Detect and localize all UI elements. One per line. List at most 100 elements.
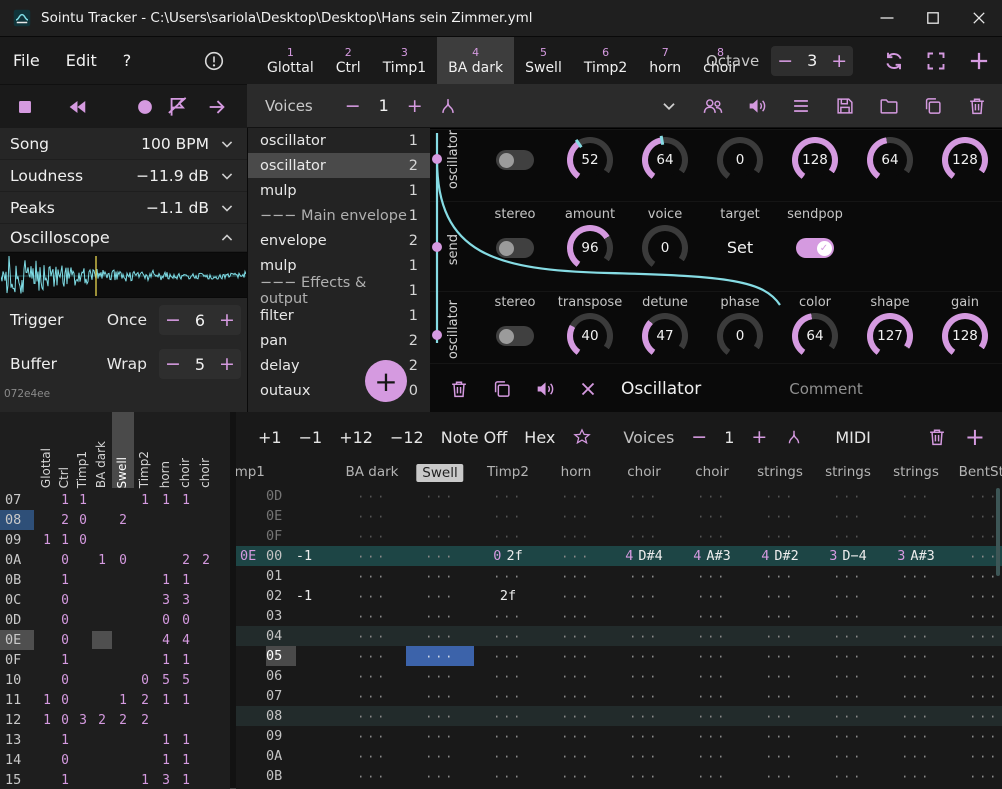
- pattern-cell[interactable]: ···: [950, 586, 1002, 606]
- chevron-up-icon[interactable]: [217, 228, 237, 248]
- knob-param-3[interactable]: 0: [717, 137, 763, 183]
- sync-icon[interactable]: [882, 49, 906, 73]
- pattern-cell[interactable]: ···: [406, 586, 474, 606]
- pattern-cell[interactable]: 3D−4: [814, 546, 882, 566]
- pattern-cell[interactable]: ···: [746, 646, 814, 666]
- order-cell[interactable]: 1: [112, 691, 134, 709]
- order-cell[interactable]: 0: [56, 691, 74, 709]
- knob-param-6[interactable]: 128: [942, 137, 988, 183]
- order-cell[interactable]: 4: [176, 631, 196, 649]
- pattern-cell[interactable]: ···: [610, 686, 678, 706]
- record-loop-button[interactable]: [164, 94, 190, 120]
- minimize-button[interactable]: [864, 0, 910, 36]
- pattern-cell[interactable]: -1: [270, 586, 338, 606]
- pattern-cell[interactable]: ···: [474, 706, 542, 726]
- order-cell[interactable]: 1: [156, 571, 176, 589]
- peaks-row[interactable]: Peaks −1.1 dB: [0, 192, 247, 224]
- pattern-column-header-8[interactable]: strings: [825, 464, 871, 480]
- pattern-cell[interactable]: ···: [746, 586, 814, 606]
- transpose-down-12-button[interactable]: −12: [390, 428, 424, 447]
- order-cell[interactable]: 0: [56, 551, 74, 569]
- play-button[interactable]: [206, 96, 228, 118]
- pattern-cell[interactable]: ···: [678, 506, 746, 526]
- pattern-cell[interactable]: ···: [406, 766, 474, 786]
- pattern-cell[interactable]: ···: [338, 706, 406, 726]
- pattern-cell[interactable]: ···: [678, 746, 746, 766]
- chevron-down-icon[interactable]: [217, 166, 237, 186]
- expand-icon[interactable]: [924, 49, 948, 73]
- pattern-cell[interactable]: ···: [610, 486, 678, 506]
- pattern-cell[interactable]: ···: [338, 686, 406, 706]
- pattern-cell[interactable]: ···: [338, 746, 406, 766]
- folder-icon[interactable]: [878, 95, 900, 117]
- transpose-up-12-button[interactable]: +12: [339, 428, 373, 447]
- pattern-column-header-0[interactable]: Timp1: [236, 464, 265, 480]
- record-button[interactable]: [134, 96, 156, 118]
- pattern-cell[interactable]: ···: [406, 686, 474, 706]
- pattern-cell[interactable]: ···: [406, 706, 474, 726]
- order-cell[interactable]: 0: [56, 611, 74, 629]
- knob-amount[interactable]: 96: [567, 225, 613, 271]
- pattern-cell[interactable]: ···: [610, 646, 678, 666]
- tab-ctrl[interactable]: 2Ctrl: [325, 37, 372, 84]
- trigger-plus-button[interactable]: +: [213, 309, 241, 331]
- knob-transpose[interactable]: 40: [567, 313, 613, 359]
- pattern-cell[interactable]: ···: [406, 726, 474, 746]
- pattern-cell[interactable]: ···: [338, 626, 406, 646]
- pattern-cell[interactable]: ···: [814, 626, 882, 646]
- menu-file[interactable]: File: [0, 51, 53, 70]
- pattern-cell[interactable]: ···: [678, 646, 746, 666]
- pattern-cell[interactable]: ···: [474, 486, 542, 506]
- order-cell[interactable]: 1: [56, 731, 74, 749]
- voice-split-icon[interactable]: [784, 427, 804, 447]
- order-cell[interactable]: 5: [176, 671, 196, 689]
- pattern-cell[interactable]: ···: [882, 666, 950, 686]
- order-cell[interactable]: 1: [156, 751, 176, 769]
- pattern-column-header-6[interactable]: choir: [695, 464, 729, 480]
- pattern-cell[interactable]: ···: [814, 606, 882, 626]
- pattern-cell[interactable]: ···: [474, 746, 542, 766]
- pattern-cell[interactable]: ···: [746, 726, 814, 746]
- unique-patterns-icon[interactable]: [572, 427, 592, 447]
- pattern-cell[interactable]: ···: [950, 526, 1002, 546]
- pattern-cell[interactable]: ···: [678, 586, 746, 606]
- order-cell[interactable]: 2: [134, 711, 156, 729]
- knob-param-2[interactable]: 64: [642, 137, 688, 183]
- order-cell[interactable]: 4: [156, 631, 176, 649]
- pattern-column-header-3[interactable]: Timp2: [487, 464, 529, 480]
- pattern-cell[interactable]: ···: [950, 706, 1002, 726]
- order-cell[interactable]: 2: [112, 511, 134, 529]
- voices-plus-button[interactable]: +: [403, 95, 427, 117]
- unit-item-mulp[interactable]: mulp1: [248, 178, 430, 203]
- trigger-minus-button[interactable]: −: [159, 309, 187, 331]
- order-cell[interactable]: 1: [134, 771, 156, 789]
- pattern-cell[interactable]: ···: [678, 686, 746, 706]
- pattern-cell[interactable]: ···: [882, 626, 950, 646]
- pattern-cell[interactable]: ···: [474, 506, 542, 526]
- buffer-mode[interactable]: Wrap: [107, 355, 147, 373]
- pattern-cell[interactable]: ···: [610, 666, 678, 686]
- order-cell[interactable]: 5: [156, 671, 176, 689]
- order-cell[interactable]: 3: [176, 591, 196, 609]
- pattern-cell[interactable]: ···: [814, 566, 882, 586]
- pattern-cell[interactable]: ···: [474, 646, 542, 666]
- unit-disable-button[interactable]: [534, 378, 556, 400]
- buffer-minus-button[interactable]: −: [159, 353, 187, 375]
- clear-unit-button[interactable]: [577, 378, 599, 400]
- knob-color[interactable]: 64: [792, 313, 838, 359]
- tab-horn[interactable]: 7horn: [638, 37, 692, 84]
- pattern-cell[interactable]: ···: [474, 686, 542, 706]
- order-cell[interactable]: 0: [56, 751, 74, 769]
- stereo-toggle[interactable]: [496, 150, 534, 170]
- order-cell[interactable]: 1: [56, 571, 74, 589]
- voices-minus-button[interactable]: −: [691, 426, 707, 448]
- order-cell[interactable]: 0: [156, 611, 176, 629]
- pattern-cell[interactable]: ···: [746, 506, 814, 526]
- pattern-cell[interactable]: ···: [542, 546, 610, 566]
- pattern-cell[interactable]: ···: [610, 566, 678, 586]
- pattern-cell[interactable]: 2f: [474, 586, 542, 606]
- pattern-cell[interactable]: ···: [882, 746, 950, 766]
- pattern-cell[interactable]: ···: [950, 666, 1002, 686]
- order-cell[interactable]: 1: [156, 491, 176, 509]
- pattern-cell[interactable]: ···: [746, 686, 814, 706]
